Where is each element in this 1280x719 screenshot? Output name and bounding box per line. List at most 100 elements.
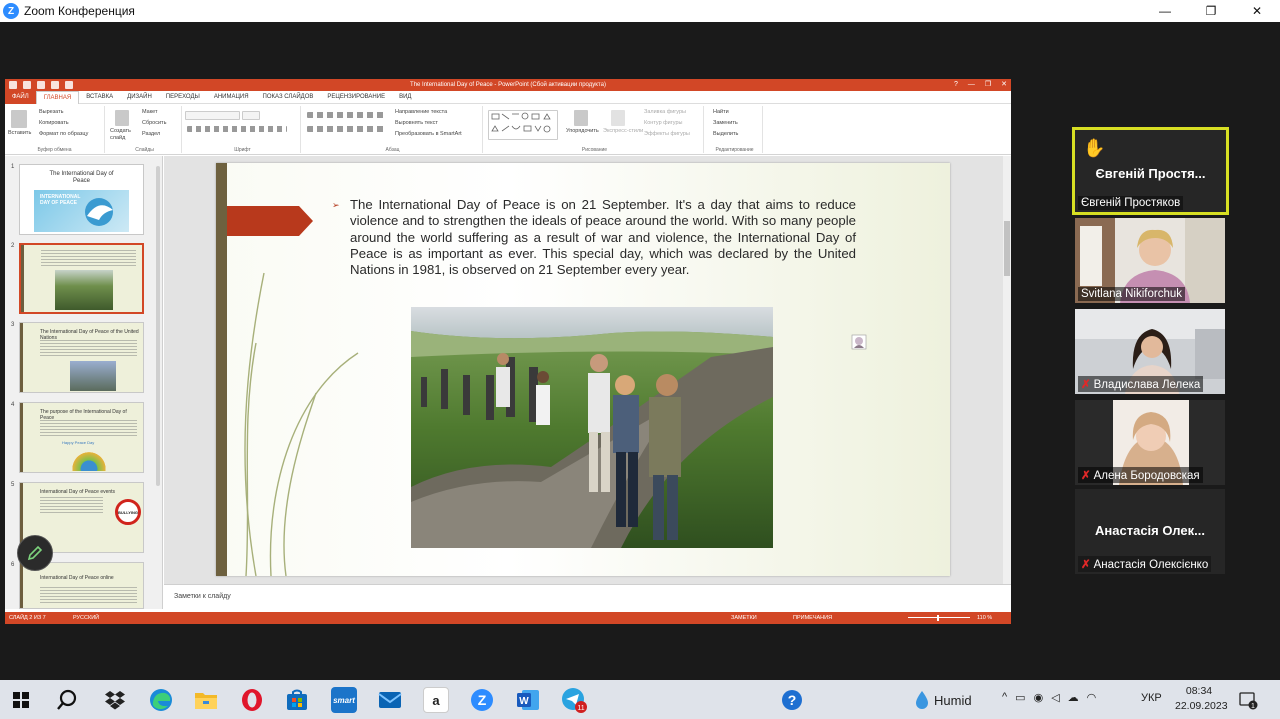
ppt-maximize-button[interactable]: ❐ [985, 79, 991, 91]
opera-app[interactable] [239, 687, 265, 713]
speaker-icon[interactable]: ◁ [1051, 691, 1059, 704]
quick-styles-button[interactable]: Экспресс-стили [603, 128, 643, 134]
windows-start-button[interactable] [8, 687, 34, 713]
participant-tile[interactable]: ✗ Алена Бородовская [1075, 400, 1225, 485]
folder-icon [195, 693, 217, 709]
format-painter-button[interactable]: Формат по образцу [39, 131, 88, 137]
font-size-dropdown[interactable] [242, 111, 260, 120]
convert-smartart-button[interactable]: Преобразовать в SmartArt [395, 131, 462, 137]
thumbnail-slide-1[interactable]: The International Day of Peace INTERNATI… [19, 164, 144, 235]
close-button[interactable]: ✕ [1234, 0, 1280, 22]
paste-icon[interactable] [11, 110, 27, 128]
reset-button[interactable]: Сбросить [142, 120, 166, 126]
dropbox-app[interactable] [102, 687, 128, 713]
thumbnails-scrollbar[interactable] [156, 166, 160, 486]
tab-view[interactable]: ВИД [392, 91, 418, 104]
cut-button[interactable]: Вырезать [39, 109, 63, 115]
microsoft-store-app[interactable] [284, 687, 310, 713]
arrange-button[interactable]: Упорядочить [566, 128, 599, 134]
section-button[interactable]: Раздел [142, 131, 160, 137]
ppt-close-button[interactable]: ✕ [1001, 79, 1007, 91]
quick-styles-icon[interactable] [611, 110, 625, 126]
align-text-button[interactable]: Выровнять текст [395, 120, 438, 126]
hp-smart-app[interactable]: smart [331, 687, 357, 713]
layout-button[interactable]: Макет [142, 109, 158, 115]
zoom-slider-thumb[interactable] [937, 615, 939, 621]
language-switcher[interactable]: УКР [1141, 692, 1162, 704]
participant-tile[interactable]: Svitlana Nikiforchuk [1075, 218, 1225, 303]
participant-name: Анастасія Олексієнко [1093, 559, 1209, 571]
system-clock[interactable]: 08:34 22.09.2023 [1175, 684, 1228, 714]
ppt-help-button[interactable]: ? [954, 79, 958, 91]
replace-button[interactable]: Заменить [713, 120, 738, 126]
wifi-icon[interactable]: ◠ [1087, 691, 1097, 704]
comments-toggle-button[interactable]: ПРИМЕЧАНИЯ [793, 612, 832, 624]
word-app[interactable]: W [515, 687, 541, 713]
select-button[interactable]: Выделить [713, 131, 738, 137]
tab-slideshow[interactable]: ПОКАЗ СЛАЙДОВ [256, 91, 321, 104]
tab-review[interactable]: РЕЦЕНЗИРОВАНИЕ [320, 91, 392, 104]
participant-name: Svitlana Nikiforchuk [1081, 288, 1182, 300]
edge-app[interactable] [148, 687, 174, 713]
webcam-icon[interactable]: ◉ [1034, 691, 1044, 704]
slide-people-photo[interactable] [411, 307, 773, 548]
mail-app[interactable] [377, 687, 403, 713]
tab-insert[interactable]: ВСТАВКА [79, 91, 120, 104]
participant-name: Євгеній Простяков [1081, 197, 1181, 209]
search-button[interactable] [54, 687, 80, 713]
tab-transitions[interactable]: ПЕРЕХОДЫ [159, 91, 207, 104]
arrange-icon[interactable] [574, 110, 588, 126]
align-buttons[interactable] [307, 126, 387, 132]
paragraph-group: Направление текста Выровнять текст Преоб… [303, 106, 483, 153]
shape-fill-button[interactable]: Заливка фигуры [644, 109, 686, 115]
file-explorer-app[interactable] [193, 687, 219, 713]
canvas-scrollbar[interactable] [1003, 156, 1011, 584]
current-slide[interactable]: ➢ The International Day of Peace is on 2… [216, 163, 950, 576]
cloud-icon[interactable]: ☁ [1068, 691, 1079, 704]
battery-icon[interactable]: ▭ [1015, 691, 1025, 704]
new-slide-icon[interactable] [115, 110, 129, 126]
notes-placeholder[interactable]: Заметки к слайду [174, 593, 231, 600]
language-indicator[interactable]: РУССКИЙ [73, 612, 99, 624]
participant-tile-active[interactable]: ✋ Євгеній Простя... Євгеній Простяков [1072, 127, 1229, 215]
zoom-app[interactable]: Z [469, 687, 495, 713]
notifications-button[interactable]: 1 [1238, 690, 1258, 715]
canvas-scrollbar-thumb[interactable] [1004, 221, 1010, 276]
paste-button[interactable]: Вставить [8, 130, 31, 136]
zoom-slider[interactable] [908, 617, 970, 618]
tab-animations[interactable]: АНИМАЦИЯ [207, 91, 256, 104]
tab-file[interactable]: ФАЙЛ [5, 90, 36, 104]
shape-effects-button[interactable]: Эффекты фигуры [644, 131, 690, 137]
new-slide-button[interactable]: Создать слайд [110, 128, 136, 142]
participant-tile[interactable]: Анастасія Олек... ✗ Анастасія Олексієнко [1075, 489, 1225, 574]
notes-toggle-button[interactable]: ЗАМЕТКИ [731, 612, 757, 624]
telegram-app[interactable]: 11 [561, 687, 587, 713]
list-buttons[interactable] [307, 112, 387, 118]
thumbnail-slide-4[interactable]: The purpose of the International Day of … [19, 402, 144, 473]
minimize-button[interactable]: — [1142, 0, 1188, 22]
help-app[interactable]: ? [779, 687, 805, 713]
ppt-minimize-button[interactable]: — [968, 79, 975, 91]
notes-pane[interactable]: Заметки к слайду [164, 584, 1011, 612]
chevron-up-icon[interactable]: ^ [1002, 691, 1007, 704]
participant-tile[interactable]: ✗ Владислава Лелека [1075, 309, 1225, 394]
tab-design[interactable]: ДИЗАЙН [120, 91, 159, 104]
tab-home[interactable]: ГЛАВНАЯ [35, 90, 80, 104]
zoom-level[interactable]: 110 % [977, 612, 992, 624]
font-name-dropdown[interactable] [185, 111, 240, 120]
weather-widget[interactable]: Humid [914, 690, 972, 710]
windows-taskbar: smart a Z W 11 ? Humid ^ ▭ ◉ ◁ ☁ ◠ УКР 0… [0, 680, 1280, 719]
annotate-pen-button[interactable] [17, 535, 53, 571]
copy-button[interactable]: Копировать [39, 120, 69, 126]
system-tray: ^ ▭ ◉ ◁ ☁ ◠ [1002, 691, 1096, 704]
thumbnail-slide-2[interactable] [19, 243, 144, 314]
maximize-button[interactable]: ❐ [1188, 0, 1234, 22]
thumbnail-slide-3[interactable]: The International Day of Peace of the Un… [19, 322, 144, 393]
amazon-app[interactable]: a [423, 687, 449, 713]
slide-body-text[interactable]: The International Day of Peace is on 21 … [350, 197, 856, 278]
font-format-buttons[interactable] [187, 126, 287, 132]
shape-outline-button[interactable]: Контур фигуры [644, 120, 682, 126]
find-button[interactable]: Найти [713, 109, 729, 115]
text-direction-button[interactable]: Направление текста [395, 109, 447, 115]
shapes-gallery[interactable] [488, 110, 558, 140]
